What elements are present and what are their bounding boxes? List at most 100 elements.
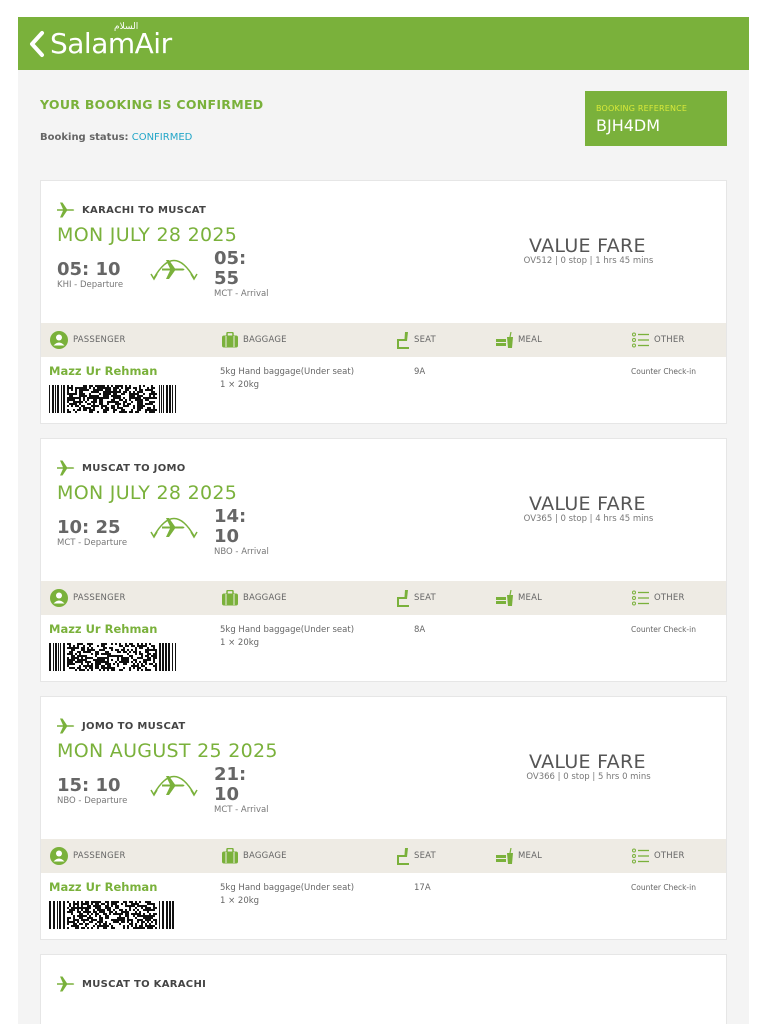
barcode-cell <box>97 661 99 663</box>
barcode-cell <box>115 643 117 645</box>
passenger-column-header: PASSENGER <box>49 581 126 615</box>
seat-column-header: SEAT <box>396 323 436 357</box>
barcode-cell <box>67 917 69 919</box>
barcode-cell <box>127 921 129 923</box>
barcode-cell <box>101 387 103 389</box>
barcode-cell <box>143 661 145 663</box>
barcode-cell <box>137 405 139 407</box>
barcode-cell <box>151 411 153 413</box>
barcode-cell <box>97 387 99 389</box>
barcode-cell <box>129 397 131 399</box>
barcode-cell <box>151 645 153 647</box>
barcode-cell <box>105 915 107 917</box>
barcode-cell <box>145 655 147 657</box>
barcode-cell <box>105 397 107 399</box>
barcode-cell <box>129 385 131 387</box>
barcode-cell <box>137 409 139 411</box>
barcode-cell <box>79 391 81 393</box>
barcode-cell <box>155 409 157 411</box>
barcode-cell <box>119 395 121 397</box>
barcode-cell <box>121 911 123 913</box>
barcode-cell <box>79 403 81 405</box>
barcode-cell <box>73 649 75 651</box>
barcode-cell <box>69 397 71 399</box>
barcode-cell <box>129 667 131 669</box>
barcode-cell <box>71 395 73 397</box>
barcode-cell <box>77 401 79 403</box>
barcode-cell <box>111 647 113 649</box>
barcode-cell <box>137 915 139 917</box>
barcode-cell <box>105 661 107 663</box>
barcode-cell <box>99 901 101 903</box>
barcode-cell <box>153 915 155 917</box>
barcode-cell <box>81 657 83 659</box>
passenger-icon <box>50 331 68 349</box>
barcode-cell <box>113 909 115 911</box>
barcode-bar <box>63 643 65 671</box>
barcode-cell <box>137 391 139 393</box>
barcode-cell <box>151 397 153 399</box>
barcode-cell <box>81 647 83 649</box>
barcode-cell <box>139 405 141 407</box>
other-column-header: OTHER <box>632 323 685 357</box>
barcode-cell <box>147 921 149 923</box>
barcode-cell <box>107 663 109 665</box>
barcode-cell <box>153 411 155 413</box>
barcode-cell <box>73 663 75 665</box>
barcode-cell <box>109 663 111 665</box>
barcode-cell <box>109 909 111 911</box>
barcode-cell <box>89 409 91 411</box>
barcode-cell <box>113 655 115 657</box>
passenger-column-header: PASSENGER <box>49 323 126 357</box>
barcode-cell <box>99 909 101 911</box>
barcode-cell <box>83 407 85 409</box>
barcode-cell <box>139 927 141 929</box>
barcode-cell <box>131 395 133 397</box>
barcode-cell <box>87 665 89 667</box>
barcode-cell <box>105 407 107 409</box>
barcode-cell <box>93 397 95 399</box>
barcode-cell <box>129 651 131 653</box>
barcode-cell <box>137 401 139 403</box>
barcode-cell <box>137 407 139 409</box>
barcode-cell <box>107 653 109 655</box>
barcode-cell <box>119 913 121 915</box>
barcode-cell <box>83 393 85 395</box>
barcode-cell <box>141 407 143 409</box>
barcode-cell <box>145 651 147 653</box>
barcode-cell <box>105 643 107 645</box>
barcode-cell <box>75 653 77 655</box>
barcode-cell <box>97 391 99 393</box>
barcode-cell <box>107 665 109 667</box>
barcode-cell <box>103 387 105 389</box>
arrival-time: 21: 10 <box>214 764 247 805</box>
barcode-cell <box>73 925 75 927</box>
barcode-cell <box>109 913 111 915</box>
barcode-cell <box>83 919 85 921</box>
barcode-cell <box>119 917 121 919</box>
barcode-cell <box>153 649 155 651</box>
barcode-cell <box>137 403 139 405</box>
barcode-cell <box>83 659 85 661</box>
barcode-cell <box>125 909 127 911</box>
barcode-cell <box>83 655 85 657</box>
barcode-cell <box>133 391 135 393</box>
barcode-cell <box>147 919 149 921</box>
barcode-cell <box>141 399 143 401</box>
booking-status: Booking status: CONFIRMED <box>40 132 192 143</box>
barcode-cell <box>87 643 89 645</box>
barcode-cell <box>139 661 141 663</box>
flight-route: KARACHI TO MUSCAT <box>56 201 206 219</box>
seat-column-label: SEAT <box>414 851 436 861</box>
salamair-logo[interactable]: SalamAir السلام <box>28 22 172 62</box>
barcode-cell <box>151 393 153 395</box>
barcode-cell <box>81 917 83 919</box>
flight-date: MON JULY 28 2025 <box>57 224 238 246</box>
barcode-cell <box>153 391 155 393</box>
barcode-cell <box>107 901 109 903</box>
barcode-cell <box>83 385 85 387</box>
barcode-cell <box>123 919 125 921</box>
column-header-bar: PASSENGER BAGGAGE SEAT MEAL OTHER <box>41 581 726 615</box>
confirmation-title: YOUR BOOKING IS CONFIRMED <box>40 97 264 112</box>
barcode-cell <box>67 399 69 401</box>
